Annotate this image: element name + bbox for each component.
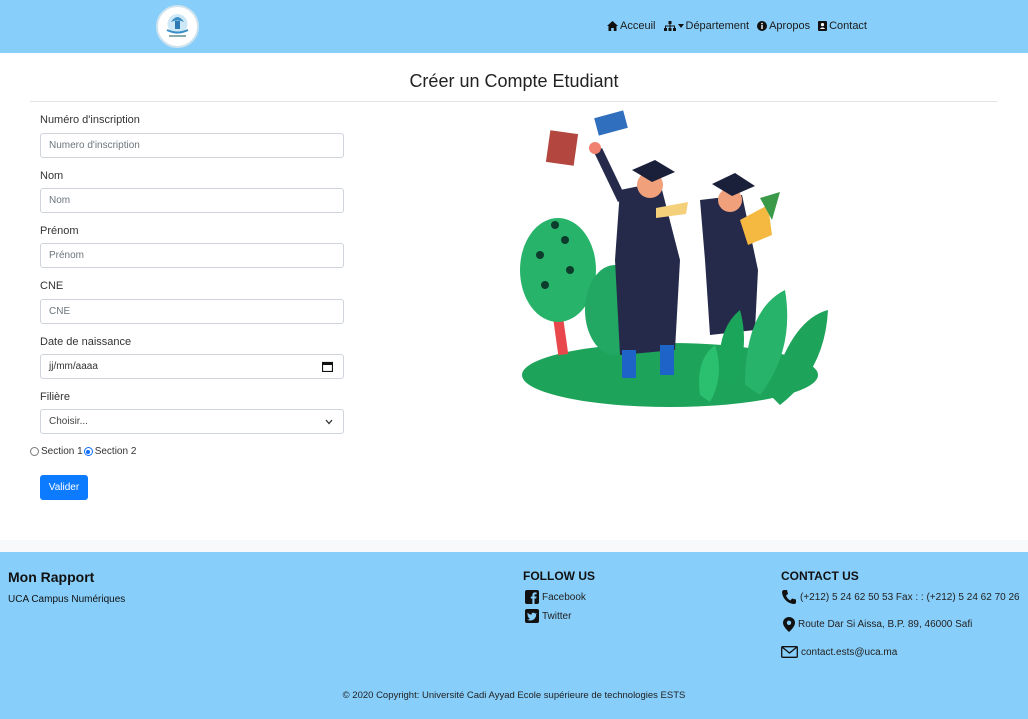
email-row[interactable]: contact.ests@uca.ma [781, 646, 897, 658]
contact-card-icon [818, 21, 828, 31]
contact-us-title: CONTACT US [781, 569, 859, 583]
email-text: contact.ests@uca.ma [801, 646, 898, 658]
filiere-value: Choisir... [49, 416, 88, 427]
cne-label: CNE [40, 280, 64, 292]
filiere-label: Filière [40, 391, 70, 403]
facebook-link[interactable]: Facebook [525, 590, 586, 604]
twitter-label: Twitter [542, 610, 572, 622]
copyright: © 2020 Copyright: Université Cadi Ayyad … [342, 690, 686, 701]
section-radio-group: Section 1 Section 2 [30, 446, 136, 457]
envelope-icon [781, 646, 798, 658]
navbar: Acceuil Département Apropos Contact [0, 0, 1028, 53]
nav-item-apropos[interactable]: Apropos [757, 20, 810, 32]
graduation-illustration [520, 110, 828, 407]
address-text: Route Dar Si Aissa, B.P. 89, 46000 Safi [798, 619, 973, 630]
chevron-down-icon [325, 419, 333, 425]
calendar-icon[interactable] [322, 361, 333, 372]
prenom-label: Prénom [40, 225, 79, 237]
section-2-label: Section 2 [94, 446, 137, 457]
numero-input[interactable]: Numero d'inscription [40, 133, 344, 158]
numero-label: Numéro d'inscription [40, 114, 140, 126]
twitter-icon [525, 609, 539, 623]
caret-down-icon [677, 24, 684, 28]
nav-item-contact[interactable]: Contact [818, 20, 867, 32]
footer-gap [0, 540, 1028, 552]
sitemap-icon [663, 21, 676, 31]
nav-menu: Acceuil Département Apropos Contact [607, 20, 867, 32]
valider-button[interactable]: Valider [40, 475, 88, 500]
home-icon [607, 21, 619, 31]
prenom-input[interactable]: Prénom [40, 243, 344, 268]
nav-item-label: Département [685, 20, 750, 32]
facebook-icon [525, 590, 539, 604]
footer-brand-sub: UCA Campus Numériques [8, 594, 126, 605]
school-logo[interactable] [156, 5, 199, 48]
phone-text: (+212) 5 24 62 50 53 Fax : : (+212) 5 24… [800, 591, 1020, 603]
section-1-label: Section 1 [41, 446, 83, 457]
nom-input[interactable]: Nom [40, 188, 344, 213]
nav-item-departement[interactable]: Département [663, 20, 750, 32]
nav-item-label: Contact [829, 20, 867, 32]
page-title: Créer un Compte Etudiant [409, 71, 619, 91]
footer: Mon Rapport UCA Campus Numériques FOLLOW… [0, 552, 1028, 719]
cne-input[interactable]: CNE [40, 299, 344, 324]
divider [30, 101, 997, 102]
phone-row: (+212) 5 24 62 50 53 Fax : : (+212) 5 24… [781, 589, 1020, 605]
twitter-link[interactable]: Twitter [525, 609, 571, 623]
date-value: jj/mm/aaaa [49, 361, 98, 372]
phone-icon [782, 590, 796, 604]
section-2-radio[interactable] [83, 447, 93, 456]
nav-item-acceuil[interactable]: Acceuil [607, 20, 656, 32]
info-icon [757, 21, 768, 31]
nom-label: Nom [40, 170, 64, 182]
date-input[interactable]: jj/mm/aaaa [40, 354, 344, 379]
follow-us-title: FOLLOW US [523, 569, 595, 583]
nav-item-label: Acceuil [620, 20, 656, 32]
section-1-radio[interactable] [30, 447, 39, 456]
address-row: Route Dar Si Aissa, B.P. 89, 46000 Safi [783, 617, 972, 632]
nav-item-label: Apropos [769, 20, 811, 32]
filiere-select[interactable]: Choisir... [40, 409, 344, 434]
location-pin-icon [783, 617, 795, 632]
facebook-label: Facebook [542, 591, 586, 603]
footer-brand: Mon Rapport [8, 569, 95, 585]
date-label: Date de naissance [40, 336, 132, 348]
